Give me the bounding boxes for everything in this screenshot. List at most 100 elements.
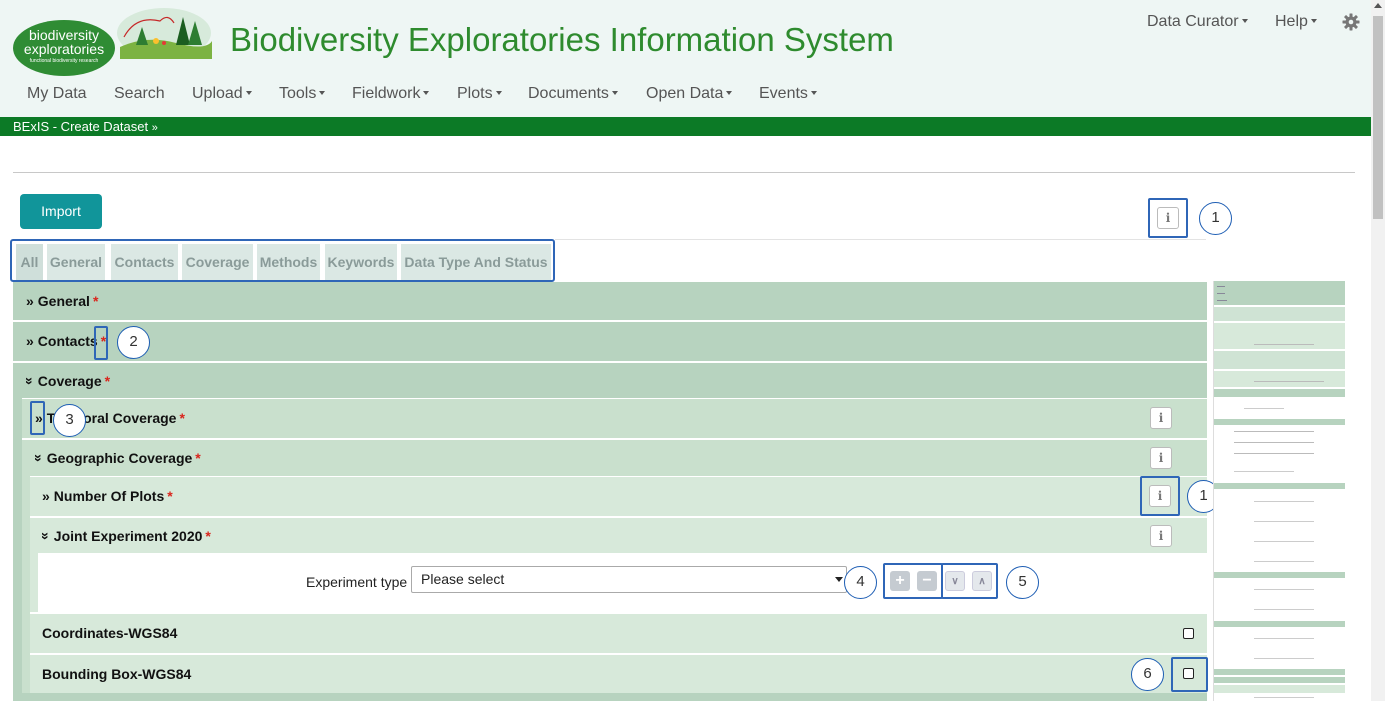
page-scrollbar[interactable] [1371,0,1385,701]
minimap-line [1254,541,1314,542]
info-icon[interactable]: i [1150,447,1172,469]
section-title: General [37,293,90,309]
form-minimap[interactable] [1213,281,1345,701]
nav-upload[interactable]: Upload [192,85,252,103]
section-joint-experiment[interactable]: »Joint Experiment 2020 * i [30,518,1207,553]
logo[interactable]: biodiversity exploratories functional bi… [13,20,115,76]
nav-events[interactable]: Events [759,85,817,103]
nav-label: Tools [279,85,317,102]
help-menu-label: Help [1275,13,1308,30]
select-value: Please select [421,571,505,587]
nav-label: Search [114,85,165,102]
section-coverage[interactable]: »Coverage * [13,363,1207,398]
caret-down-icon [319,91,326,95]
required-mark: * [179,410,185,426]
minimap-line [1234,431,1314,432]
section-temporal-coverage[interactable]: » Temporal Coverage * i [22,399,1207,438]
tab-data-type-and-status[interactable]: Data Type And Status [401,244,551,280]
section-general[interactable]: » General * [13,282,1207,320]
nav-my-data[interactable]: My Data [27,85,87,103]
scroll-up-icon[interactable] [1374,3,1382,8]
section-coverage-label: »Coverage * [22,373,111,389]
section-contacts[interactable]: » Contacts * [13,322,1207,361]
minimap-line [1234,442,1314,443]
info-icon[interactable]: i [1157,207,1179,229]
info-icon[interactable]: i [1150,407,1172,429]
nav-label: Events [759,85,808,102]
tab-coverage[interactable]: Coverage [182,244,253,280]
section-title: Coverage [37,373,102,389]
logo-landscape-icon [117,8,212,59]
minimap-block [1214,281,1345,305]
minimap-block [1214,483,1345,489]
breadcrumb-bar[interactable]: BExIS - Create Dataset » [0,117,1371,136]
minimap-line [1254,561,1314,562]
nav-open-data[interactable]: Open Data [646,85,733,103]
minimap-line [1254,589,1314,590]
caret-down-icon [611,91,618,95]
minus-icon[interactable]: − [917,571,937,591]
minimap-block [1214,307,1345,321]
checkbox-icon[interactable] [1183,628,1194,639]
nav-documents[interactable]: Documents [528,85,618,103]
required-mark: * [104,373,111,389]
nav-tools[interactable]: Tools [279,85,326,103]
tab-general[interactable]: General [47,244,105,280]
section-joint-label: »Joint Experiment 2020 * [38,528,211,544]
minimap-line [1254,697,1314,698]
scroll-thumb[interactable] [1373,16,1383,219]
callout-badge: 6 [1131,658,1164,691]
tab-keywords[interactable]: Keywords [325,244,397,280]
chevron-down-icon: » [30,454,47,462]
app-title: Biodiversity Exploratories Information S… [230,21,894,58]
app-header: biodiversity exploratories functional bi… [0,0,1371,117]
info-icon[interactable]: i [1149,485,1171,507]
breadcrumb: BExIS - Create Dataset [13,119,149,134]
nav-label: My Data [27,85,87,102]
minimap-line [1254,638,1314,639]
callout-badge: 2 [117,326,150,359]
nav-fieldwork[interactable]: Fieldwork [352,85,430,103]
highlight-box [30,401,45,435]
caret-down-icon [423,91,430,95]
minimap-block [1214,351,1345,369]
section-title: Joint Experiment 2020 [53,528,203,544]
minimap-line [1217,293,1225,294]
divider [13,172,1355,173]
help-menu[interactable]: Help [1275,13,1317,31]
tab-contacts[interactable]: Contacts [111,244,178,280]
chevron-down-icon: » [37,532,54,540]
required-mark: * [92,293,99,309]
minimap-line [1254,344,1314,345]
tab-all[interactable]: All [16,244,43,280]
logo-subtitle: functional biodiversity research [29,58,99,64]
chevron-up-icon[interactable]: ∧ [972,571,992,591]
info-icon[interactable]: i [1150,525,1172,547]
callout-badge: 4 [844,566,877,599]
coverage-rail [13,398,22,701]
logo-line1: biodiversity [28,27,100,43]
import-button[interactable]: Import [20,194,102,229]
user-menu[interactable]: Data Curator [1147,13,1248,31]
section-number-of-plots[interactable]: » Number Of Plots * [30,477,1207,516]
minimap-block [1214,389,1345,397]
minimap-block [1214,419,1345,425]
experiment-type-select[interactable]: Please select [411,566,847,593]
section-coordinates[interactable]: Coordinates-WGS84 [30,614,1207,653]
nav-plots[interactable]: Plots [457,85,502,103]
required-mark: * [167,488,173,504]
minimap-line [1234,453,1314,454]
section-bounding-box[interactable]: Bounding Box-WGS84 [30,655,1207,693]
chevron-down-icon[interactable]: ∨ [945,571,965,591]
section-general-label: » General * [26,293,98,309]
required-mark: * [195,450,201,466]
plus-icon[interactable]: + [890,571,910,591]
nav-search[interactable]: Search [114,85,165,103]
gear-icon[interactable] [1342,13,1360,31]
section-geographic-coverage[interactable]: »Geographic Coverage * i [22,440,1207,476]
geographic-rail [22,476,30,701]
section-title: Bounding Box-WGS84 [42,666,192,682]
required-mark: * [205,528,211,544]
tab-methods[interactable]: Methods [257,244,320,280]
nav-label: Upload [192,85,243,102]
